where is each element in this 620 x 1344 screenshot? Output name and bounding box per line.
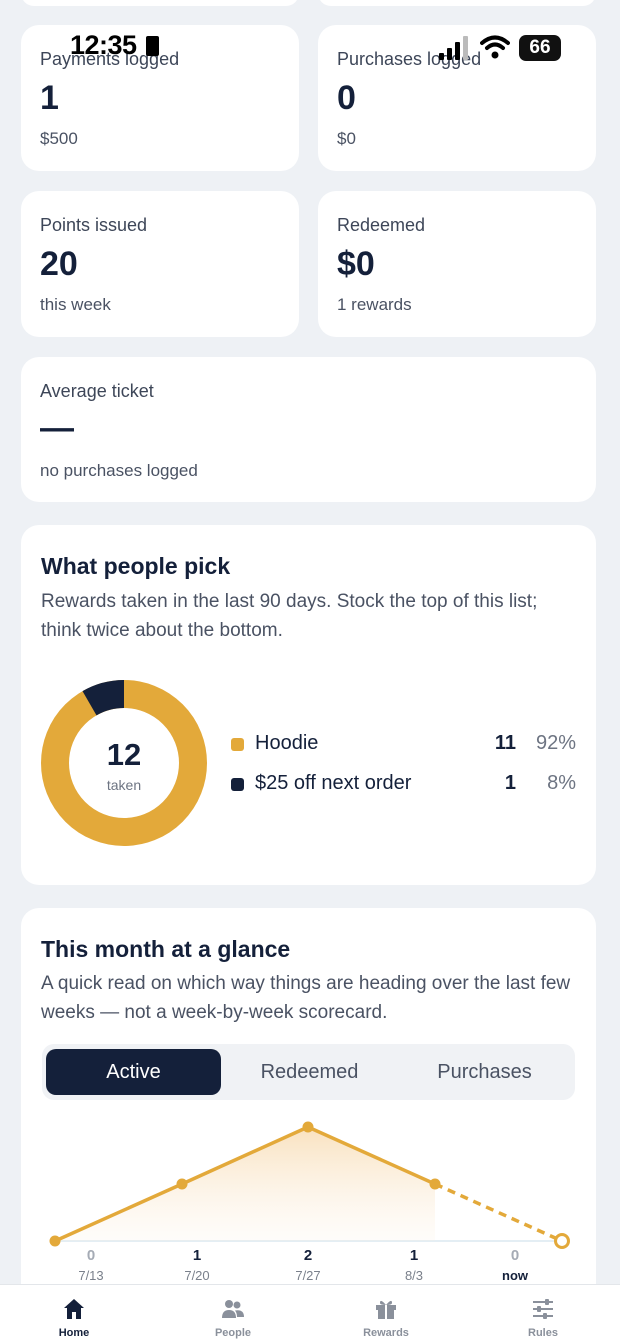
tab-home[interactable]: Home [24, 1285, 124, 1344]
purchases-logged-value: 0 [337, 79, 356, 117]
redeemed-sub: 1 rewards [337, 295, 412, 314]
tab-rules[interactable]: Rules [493, 1285, 593, 1344]
redeemed-card: Redeemed $0 1 rewards [318, 191, 596, 337]
bookmark-icon [146, 36, 159, 56]
chart-x-tick-label: 7/20 [184, 1268, 209, 1283]
battery-icon: 66 [519, 35, 561, 61]
payments-logged-sub: $500 [40, 129, 78, 148]
partial-card-left [21, 0, 299, 6]
tab-home-label: Home [58, 1327, 90, 1339]
legend-name-hoodie: Hoodie [255, 732, 319, 754]
legend-row-hoodie: Hoodie 11 92% [230, 730, 576, 760]
tab-rules-label: Rules [528, 1327, 558, 1339]
metric-segmented-control: Active Redeemed Purchases [42, 1044, 575, 1100]
points-issued-label: Points issued [40, 215, 148, 235]
donut-segment-25-off [82, 680, 125, 716]
bottom-tab-bar: Home People Rewards Rules [0, 1284, 620, 1344]
chart-value-label: 1 [193, 1247, 201, 1264]
legend-pct-hoodie: 92% [535, 732, 576, 754]
chart-area [55, 1127, 435, 1241]
month-glance-title: This month at a glance [41, 936, 291, 962]
legend-name-25-off: $25 off next order [255, 772, 412, 794]
legend-swatch-hoodie [231, 738, 244, 751]
tab-rewards-label: Rewards [363, 1327, 409, 1339]
gift-icon [376, 1300, 396, 1319]
what-people-pick-card: What people pick Rewards taken in the la… [21, 525, 596, 885]
average-ticket-label: Average ticket [40, 381, 154, 401]
status-time: 12:35 [70, 30, 137, 60]
average-ticket-card: Average ticket — no purchases logged [21, 357, 596, 502]
points-issued-card: Points issued 20 this week [21, 191, 299, 337]
chart-x-tick-label: 7/27 [295, 1268, 320, 1283]
legend-row-25-off: $25 off next order 1 8% [230, 770, 576, 800]
payments-logged-card: Payments logged 1 $500 [21, 25, 299, 171]
chart-x-tick-label: 8/3 [405, 1268, 423, 1283]
people-icon [222, 1300, 244, 1318]
sliders-icon [533, 1299, 553, 1319]
purchases-logged-sub: $0 [337, 129, 356, 148]
redeemed-value: $0 [337, 245, 375, 283]
points-issued-value: 20 [40, 245, 78, 283]
chart-value-label: 0 [511, 1247, 519, 1264]
chart-point [176, 1178, 188, 1190]
chart-value-label: 1 [410, 1247, 418, 1264]
partial-card-right [318, 0, 596, 6]
legend-count-hoodie: 11 [494, 732, 516, 754]
chart-point [302, 1121, 314, 1133]
chart-point [49, 1235, 61, 1247]
tab-redeemed[interactable]: Redeemed [222, 1049, 397, 1095]
average-ticket-value: — [40, 409, 74, 447]
month-glance-description: A quick read on which way things are hea… [41, 973, 571, 1023]
tab-rewards[interactable]: Rewards [336, 1285, 436, 1344]
donut-total-label: taken [106, 777, 142, 793]
redeemed-label: Redeemed [337, 215, 426, 235]
chart-value-label: 2 [304, 1247, 312, 1264]
month-glance-line-chart: 0 7/13 1 7/20 2 7/27 1 8/3 0 now [49, 1121, 570, 1283]
legend-pct-25-off: 8% [547, 772, 576, 794]
chart-point [429, 1178, 441, 1190]
tab-people[interactable]: People [183, 1285, 283, 1344]
legend-count-25-off: 1 [504, 772, 516, 794]
payments-logged-value: 1 [40, 79, 59, 117]
points-issued-sub: this week [40, 295, 111, 314]
tab-people-label: People [214, 1327, 252, 1339]
chart-x-tick-label: 7/13 [78, 1268, 103, 1283]
donut-total: 12 [106, 737, 142, 772]
legend-swatch-25-off [231, 778, 244, 791]
tab-purchases[interactable]: Purchases [397, 1049, 572, 1095]
what-people-pick-title: What people pick [41, 553, 231, 579]
average-ticket-sub: no purchases logged [40, 461, 198, 480]
home-icon [64, 1299, 84, 1319]
tab-active[interactable]: Active [46, 1049, 221, 1095]
chart-point-now [554, 1233, 570, 1249]
signal-icon [439, 36, 469, 60]
what-people-pick-description: Rewards taken in the last 90 days. Stock… [41, 591, 538, 641]
chart-x-tick-label: now [502, 1268, 529, 1283]
chart-projected-line [434, 1182, 563, 1243]
chart-value-label: 0 [87, 1247, 95, 1264]
wifi-icon [480, 35, 510, 59]
